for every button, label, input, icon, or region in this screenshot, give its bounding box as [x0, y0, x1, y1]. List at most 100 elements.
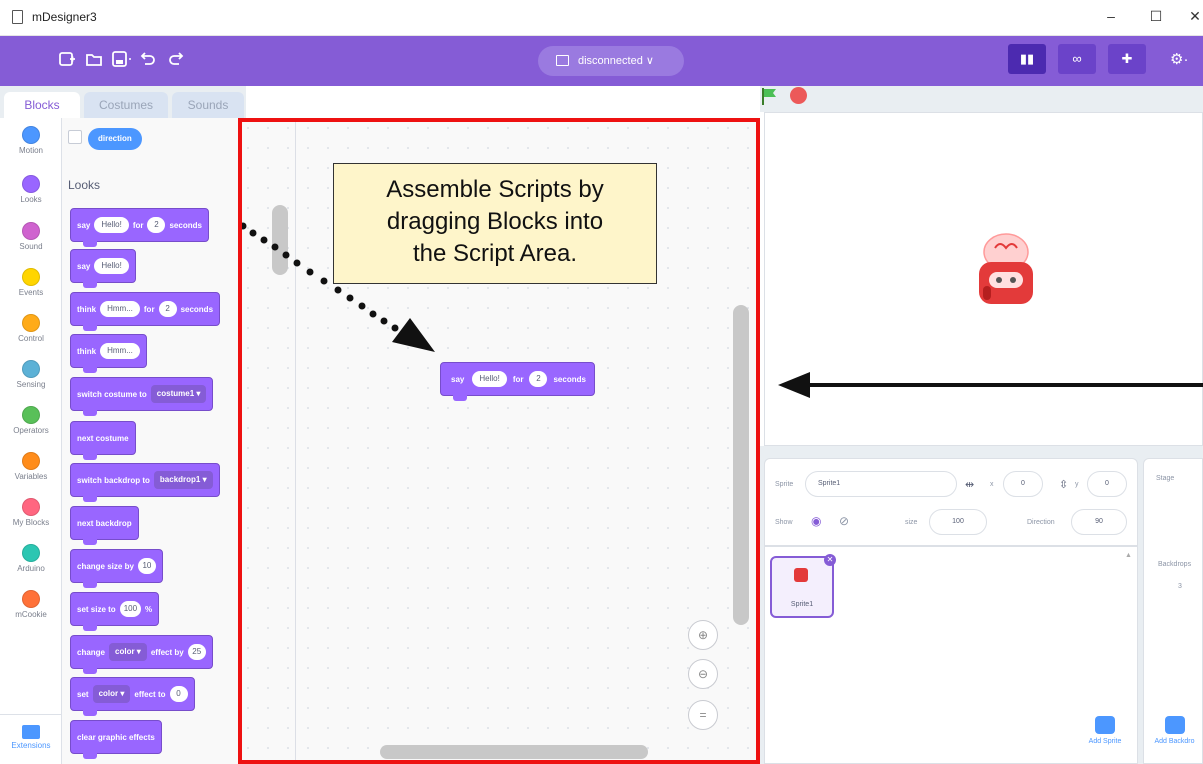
block-input[interactable]: Hmm...	[100, 301, 140, 317]
settings-gear-icon[interactable]: ⚙·	[1170, 50, 1188, 68]
tab-costumes[interactable]: Costumes	[84, 92, 168, 118]
block-set-size[interactable]: set size to 100 %	[70, 592, 160, 631]
block-text: seconds	[553, 374, 586, 384]
add-backdrop-button[interactable]: Add Backdro	[1146, 716, 1203, 745]
x-label: x	[990, 481, 994, 488]
effect-dropdown[interactable]: color	[109, 643, 147, 661]
sprite-info-panel: Sprite Sprite1 ⇹ x 0 ⇳ y 0 Show ◉ ⊘ size…	[764, 458, 1138, 546]
script-block-say-for-seconds[interactable]: say Hello! for 2 seconds	[440, 362, 595, 401]
mode-blocks-button[interactable]: ▮▮	[1008, 44, 1046, 74]
palette-scrollbar[interactable]	[272, 205, 288, 275]
costume-dropdown[interactable]: costume1	[150, 385, 207, 403]
block-input[interactable]: 2	[158, 301, 177, 317]
block-input[interactable]: Hello!	[94, 258, 129, 274]
block-think-for-seconds[interactable]: think Hmm... for 2 seconds	[70, 292, 221, 331]
block-palette: direction Looks say Hello! for 2 seconds…	[62, 118, 238, 764]
block-text: say	[77, 261, 91, 271]
hidden-eye-icon[interactable]: ⊘	[839, 514, 849, 528]
show-label: Show	[775, 519, 793, 526]
open-folder-icon[interactable]	[83, 50, 105, 72]
category-motion[interactable]: Motion	[0, 126, 62, 155]
extensions-button[interactable]: Extensions	[0, 714, 62, 764]
editor-tabs: Blocks Costumes Sounds	[0, 86, 246, 118]
green-flag-icon[interactable]	[760, 86, 780, 106]
block-text: say	[77, 220, 91, 230]
redo-icon[interactable]	[165, 50, 187, 72]
visible-eye-icon[interactable]: ◉	[811, 514, 821, 528]
sprite-name-input[interactable]: Sprite1	[805, 471, 957, 497]
block-next-backdrop[interactable]: next backdrop	[70, 506, 139, 545]
stop-icon[interactable]	[790, 87, 807, 104]
block-set-effect[interactable]: set color effect to 0	[70, 677, 195, 716]
category-arduino[interactable]: Arduino	[0, 544, 62, 573]
tab-blocks[interactable]: Blocks	[4, 92, 80, 118]
category-sensing[interactable]: Sensing	[0, 360, 62, 389]
block-input[interactable]: Hello!	[94, 217, 129, 233]
block-clear-graphic-effects[interactable]: clear graphic effects	[70, 720, 162, 759]
sprite-list-scroll-up-icon[interactable]: ▲	[1125, 552, 1132, 559]
direction-input[interactable]: 90	[1071, 509, 1127, 535]
minimize-button[interactable]: –	[1096, 8, 1126, 24]
block-change-effect[interactable]: change color effect by 25	[70, 635, 213, 674]
block-input[interactable]: 10	[137, 558, 156, 574]
effect-dropdown[interactable]: color	[92, 685, 131, 703]
connection-status-button[interactable]: disconnected ∨	[538, 46, 684, 76]
block-input[interactable]: 0	[169, 686, 188, 702]
undo-icon[interactable]	[137, 50, 159, 72]
block-text: next backdrop	[77, 518, 132, 528]
block-input[interactable]: 25	[187, 644, 206, 660]
script-vertical-scrollbar[interactable]	[733, 305, 749, 625]
save-icon[interactable]	[111, 50, 133, 72]
new-file-icon[interactable]	[56, 50, 78, 72]
x-input[interactable]: 0	[1003, 471, 1043, 497]
device-icon	[556, 55, 569, 66]
looks-dot-icon	[22, 175, 40, 193]
category-label: Motion	[18, 146, 43, 155]
block-think[interactable]: think Hmm...	[70, 334, 147, 373]
y-label: y	[1075, 481, 1079, 488]
block-input[interactable]: 2	[529, 371, 548, 387]
category-my-blocks[interactable]: My Blocks	[0, 498, 62, 527]
direction-checkbox[interactable]	[68, 130, 82, 144]
size-input[interactable]: 100	[929, 509, 987, 535]
block-text: say	[451, 374, 465, 384]
sprite-thumbnail[interactable]: ✕ Sprite1	[770, 554, 836, 618]
backdrop-dropdown[interactable]: backdrop1	[153, 471, 213, 489]
block-text: think	[77, 304, 97, 314]
script-horizontal-scrollbar[interactable]	[380, 745, 648, 759]
block-input[interactable]: Hmm...	[100, 343, 140, 359]
category-control[interactable]: Control	[0, 314, 62, 343]
events-dot-icon	[22, 268, 40, 286]
tab-sounds[interactable]: Sounds	[172, 92, 244, 118]
block-text: for	[132, 220, 144, 230]
zoom-reset-button[interactable]: =	[688, 700, 718, 730]
category-operators[interactable]: Operators	[0, 406, 62, 435]
category-label: My Blocks	[12, 518, 50, 527]
block-say-for-seconds[interactable]: say Hello! for 2 seconds	[70, 208, 209, 247]
close-window-button[interactable]: ✕	[1180, 8, 1203, 25]
block-input[interactable]: 2	[147, 217, 166, 233]
robot-sprite-icon[interactable]	[975, 230, 1037, 310]
block-switch-backdrop[interactable]: switch backdrop to backdrop1	[70, 463, 220, 502]
zoom-out-button[interactable]: ⊖	[688, 659, 718, 689]
direction-reporter[interactable]: direction	[88, 128, 142, 150]
add-sprite-button[interactable]: Add Sprite	[1080, 716, 1130, 745]
delete-sprite-icon[interactable]: ✕	[824, 554, 836, 566]
mode-extension-button[interactable]: ✚	[1108, 44, 1146, 74]
block-input[interactable]: Hello!	[472, 371, 507, 387]
block-next-costume[interactable]: next costume	[70, 421, 136, 460]
category-mcookie[interactable]: mCookie	[0, 590, 62, 619]
y-input[interactable]: 0	[1087, 471, 1127, 497]
mode-link-button[interactable]: ∞	[1058, 44, 1096, 74]
category-sound[interactable]: Sound	[0, 222, 62, 251]
block-switch-costume[interactable]: switch costume to costume1	[70, 377, 214, 416]
category-variables[interactable]: Variables	[0, 452, 62, 481]
category-events[interactable]: Events	[0, 268, 62, 297]
category-looks[interactable]: Looks	[0, 175, 62, 204]
block-input[interactable]: 100	[119, 601, 142, 617]
block-change-size[interactable]: change size by 10	[70, 549, 163, 588]
maximize-button[interactable]: ☐	[1141, 8, 1171, 25]
zoom-in-button[interactable]: ⊕	[688, 620, 718, 650]
block-say[interactable]: say Hello!	[70, 249, 136, 288]
backdrops-count: 3	[1178, 583, 1182, 590]
